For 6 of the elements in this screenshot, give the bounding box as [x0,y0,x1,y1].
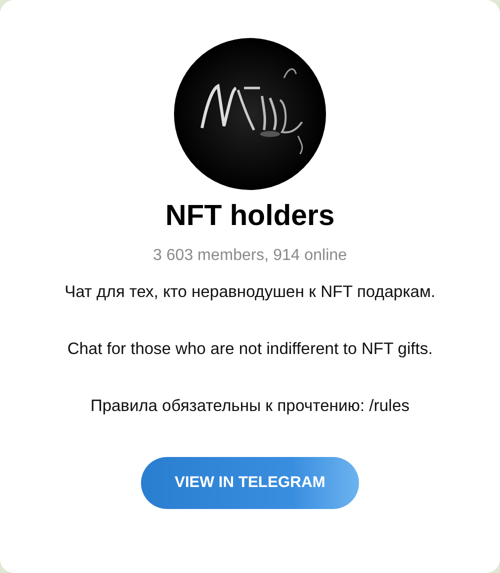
member-count: 3 603 members, 914 online [153,247,347,265]
description-text: Chat for those who are not indifferent to NFT gifts. [66,340,434,359]
channel-title: NFT holders [165,200,335,233]
description-text: Чат для тех, кто неравнодушен к NFT подаркам. [64,283,436,302]
description-text: Правила обязательны к прочтению: /rules [89,397,411,416]
view-in-telegram-button[interactable]: VIEW IN TELEGRAM [141,457,359,509]
